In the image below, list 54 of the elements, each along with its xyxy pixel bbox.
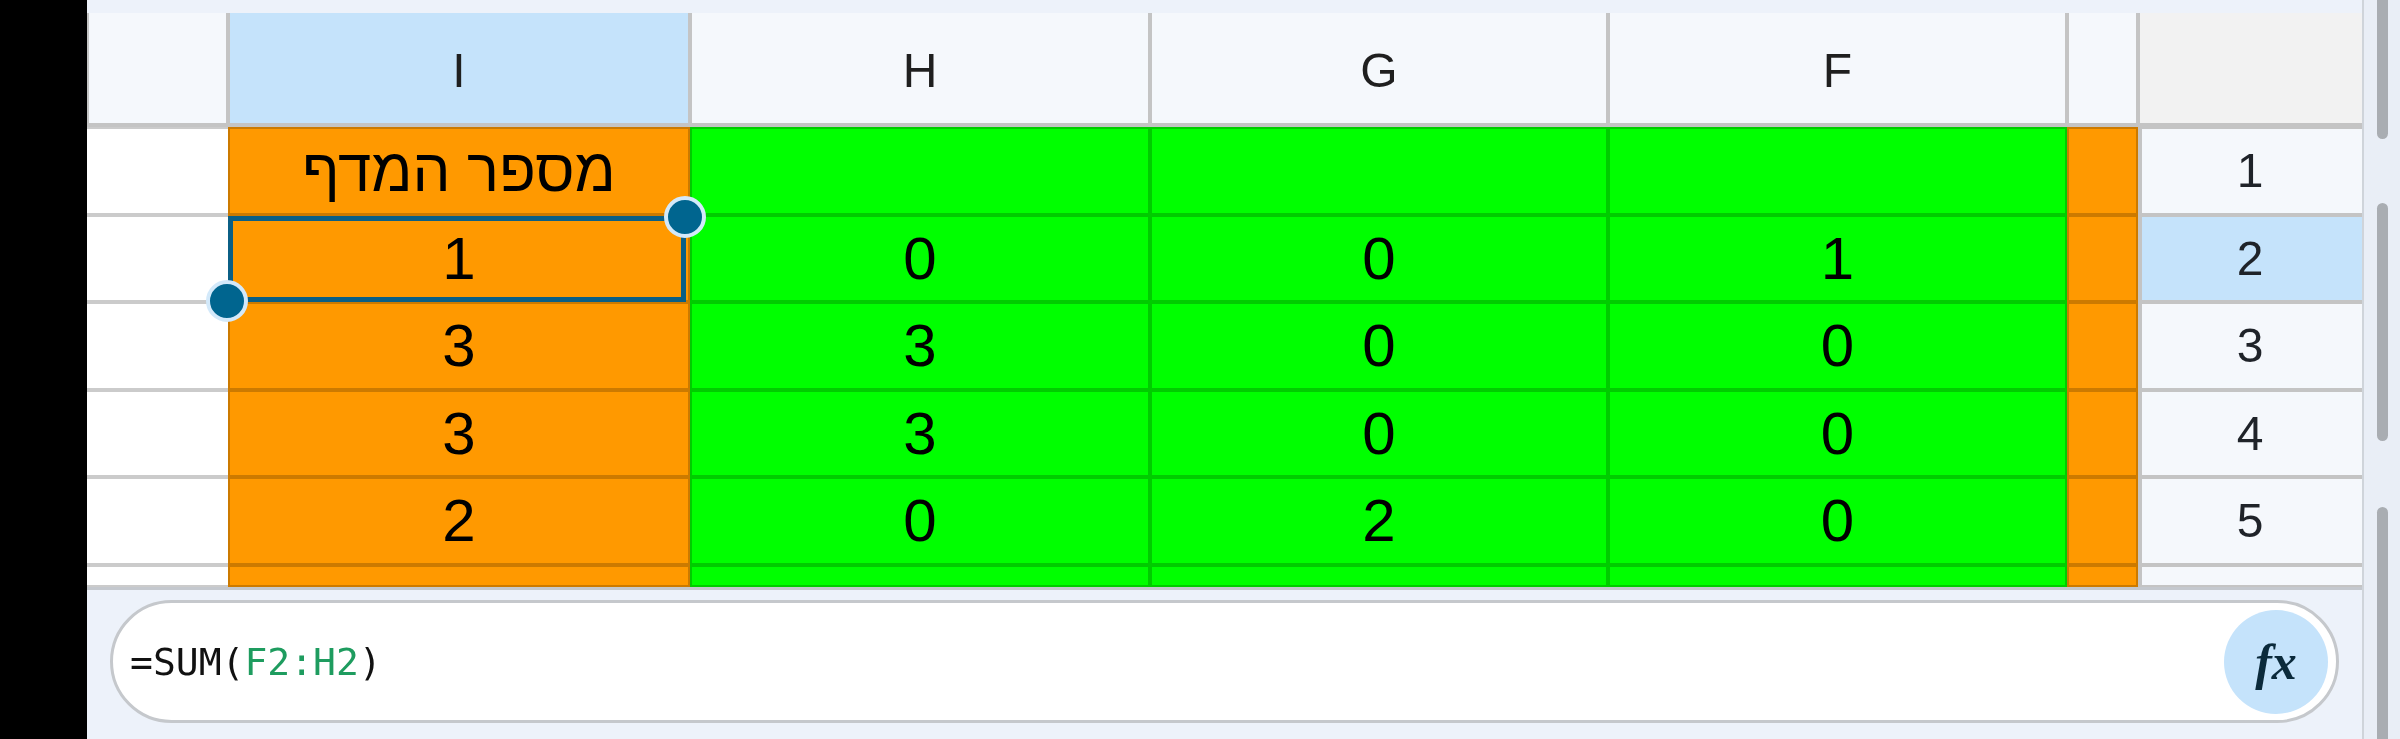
table-cell[interactable]: 0 — [1608, 477, 2067, 565]
table-cell[interactable] — [87, 477, 228, 565]
table-cell[interactable]: מספר המדף — [228, 127, 690, 215]
table-cell[interactable] — [1150, 564, 1608, 587]
table-cell[interactable] — [87, 127, 228, 215]
table-cell[interactable]: 3 — [690, 302, 1150, 390]
column-header[interactable]: G — [1150, 13, 1608, 127]
row-header[interactable]: 1 — [2138, 127, 2362, 215]
column-header[interactable] — [2067, 13, 2138, 127]
corner-header[interactable] — [2138, 13, 2362, 127]
table-cell[interactable] — [2067, 214, 2138, 302]
function-button[interactable]: fx — [2224, 609, 2328, 714]
row-header[interactable]: 3 — [2138, 302, 2362, 390]
table-cell[interactable] — [87, 389, 228, 477]
scrollbar-thumb[interactable] — [2376, 507, 2388, 739]
table-cell[interactable]: 0 — [690, 477, 1150, 565]
table-cell[interactable] — [1608, 564, 2067, 587]
table-cell[interactable]: 0 — [1608, 302, 2067, 390]
row-header[interactable]: 4 — [2138, 389, 2362, 477]
table-cell[interactable]: 3 — [228, 302, 690, 390]
table-cell[interactable]: 2 — [1150, 477, 1608, 565]
table-cell[interactable]: 0 — [1150, 214, 1608, 302]
table-cell[interactable]: 0 — [1150, 302, 1608, 390]
table-cell[interactable]: 0 — [1608, 389, 2067, 477]
table-cell[interactable]: 3 — [228, 389, 690, 477]
row-header[interactable]: 2 — [2138, 214, 2362, 302]
table-cell[interactable]: 0 — [1150, 389, 1608, 477]
table-cell[interactable]: 2 — [228, 477, 690, 565]
formula-input[interactable]: =SUM(F2:H2) fx — [110, 600, 2339, 723]
table-cell[interactable] — [1150, 127, 1608, 215]
table-cell[interactable] — [2067, 302, 2138, 390]
table-cell[interactable]: 3 — [690, 389, 1150, 477]
table-cell[interactable] — [690, 127, 1150, 215]
column-header[interactable]: F — [1608, 13, 2067, 127]
table-cell[interactable] — [1608, 127, 2067, 215]
scrollbar-thumb[interactable] — [2376, 0, 2388, 139]
scrollbar-thumb[interactable] — [2376, 203, 2388, 441]
table-cell[interactable]: 0 — [690, 214, 1150, 302]
formula-text: =SUM(F2:H2) — [130, 639, 382, 684]
table-cell[interactable] — [690, 564, 1150, 587]
table-cell[interactable] — [87, 214, 228, 302]
table-cell[interactable] — [87, 302, 228, 390]
column-header[interactable] — [87, 13, 228, 127]
table-cell[interactable] — [2067, 564, 2138, 587]
column-header[interactable]: H — [690, 13, 1150, 127]
table-cell[interactable] — [2067, 389, 2138, 477]
table-cell[interactable] — [87, 564, 228, 587]
table-cell[interactable] — [228, 564, 690, 587]
table-cell[interactable]: 1 — [1608, 214, 2067, 302]
table-cell[interactable] — [2067, 477, 2138, 565]
table-cell[interactable] — [2067, 127, 2138, 215]
row-header[interactable] — [2138, 564, 2362, 587]
row-header[interactable]: 5 — [2138, 477, 2362, 565]
column-header[interactable]: I — [228, 13, 690, 127]
